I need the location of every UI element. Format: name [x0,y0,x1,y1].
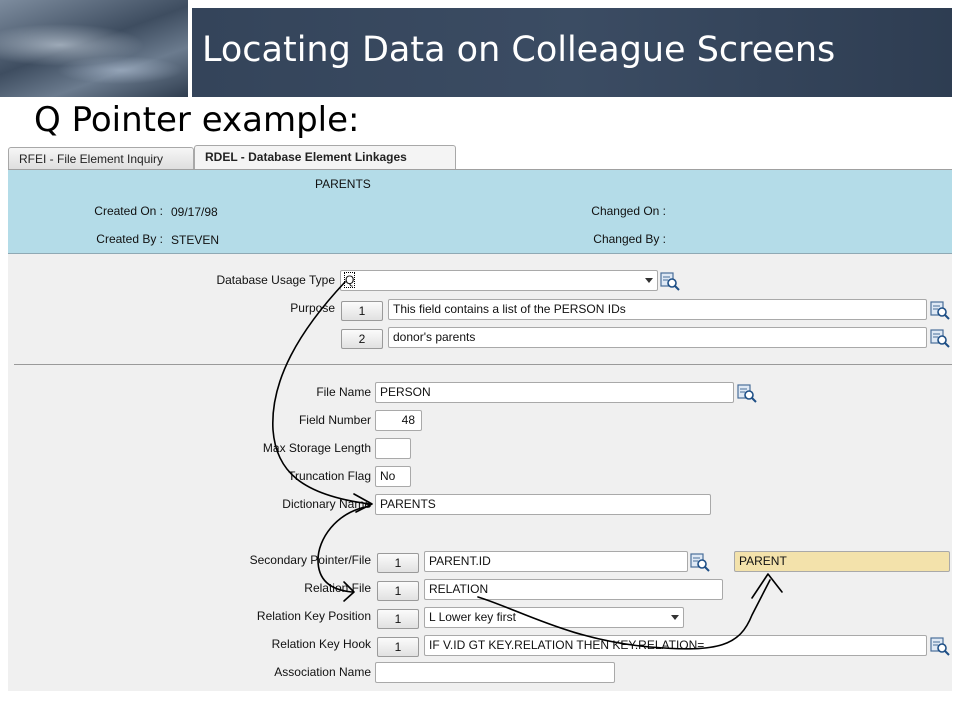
lookup-icon[interactable] [737,383,757,403]
secondary-pointer-index[interactable]: 1 [377,553,419,573]
association-name-field[interactable] [375,662,615,683]
relation-key-hook-label: Relation Key Hook [271,637,371,651]
usage-type-select[interactable]: Q [340,270,658,291]
created-by-value: STEVEN [171,233,220,247]
slide-subtitle: Q Pointer example: [34,100,360,140]
relation-file-field[interactable]: RELATION [424,579,723,600]
max-storage-length-label: Max Storage Length [262,441,371,455]
created-on-value: 09/17/98 [171,205,218,219]
secondary-pointer-field[interactable]: PARENT.ID [424,551,688,572]
relation-key-position-index[interactable]: 1 [377,609,419,629]
section-divider [14,364,952,365]
association-name-label: Association Name [274,665,371,679]
lookup-icon[interactable] [930,328,950,348]
relation-key-hook-field[interactable]: IF V.ID GT KEY.RELATION THEN KEY.RELATIO… [424,635,927,656]
lookup-icon[interactable] [930,636,950,656]
purpose-index-2[interactable]: 2 [341,329,383,349]
purpose-label: Purpose [290,301,335,315]
purpose-index-1[interactable]: 1 [341,301,383,321]
tab-rfei[interactable]: RFEI - File Element Inquiry [8,147,194,171]
created-by-label: Created By : [96,232,163,246]
relation-key-position-label: Relation Key Position [256,609,371,623]
field-number-label: Field Number [298,413,371,427]
field-number-field[interactable]: 48 [375,410,422,431]
element-name: PARENTS [315,177,371,191]
created-on-label: Created On : [94,204,163,218]
changed-by-label: Changed By : [593,232,666,246]
purpose-line-2[interactable]: donor's parents [388,327,927,348]
dropdown-arrow-icon[interactable] [670,608,680,627]
file-name-field[interactable]: PERSON [375,382,734,403]
header-image [0,0,188,97]
usage-type-value: Q [343,272,356,288]
secondary-file-field[interactable]: PARENT [734,551,950,572]
lookup-icon[interactable] [660,271,680,291]
relation-key-hook-index[interactable]: 1 [377,637,419,657]
dropdown-arrow-icon[interactable] [644,271,654,290]
relation-file-index[interactable]: 1 [377,581,419,601]
file-name-label: File Name [316,385,371,399]
max-storage-length-field[interactable] [375,438,411,459]
dictionary-name-label: Dictionary Name [282,497,371,511]
secondary-pointer-label: Secondary Pointer/File [249,553,371,567]
slide-title: Locating Data on Colleague Screens [202,30,836,70]
truncation-flag-label: Truncation Flag [288,469,371,483]
tab-rdel[interactable]: RDEL - Database Element Linkages [194,145,456,171]
lookup-icon[interactable] [930,300,950,320]
purpose-line-1[interactable]: This field contains a list of the PERSON… [388,299,927,320]
changed-on-label: Changed On : [591,204,666,218]
lookup-icon[interactable] [690,552,710,572]
truncation-flag-field[interactable]: No [375,466,411,487]
relation-file-label: Relation File [304,581,371,595]
relation-key-position-select[interactable]: L Lower key first [424,607,684,628]
usage-type-label: Database Usage Type [216,273,335,287]
dictionary-name-field[interactable]: PARENTS [375,494,711,515]
